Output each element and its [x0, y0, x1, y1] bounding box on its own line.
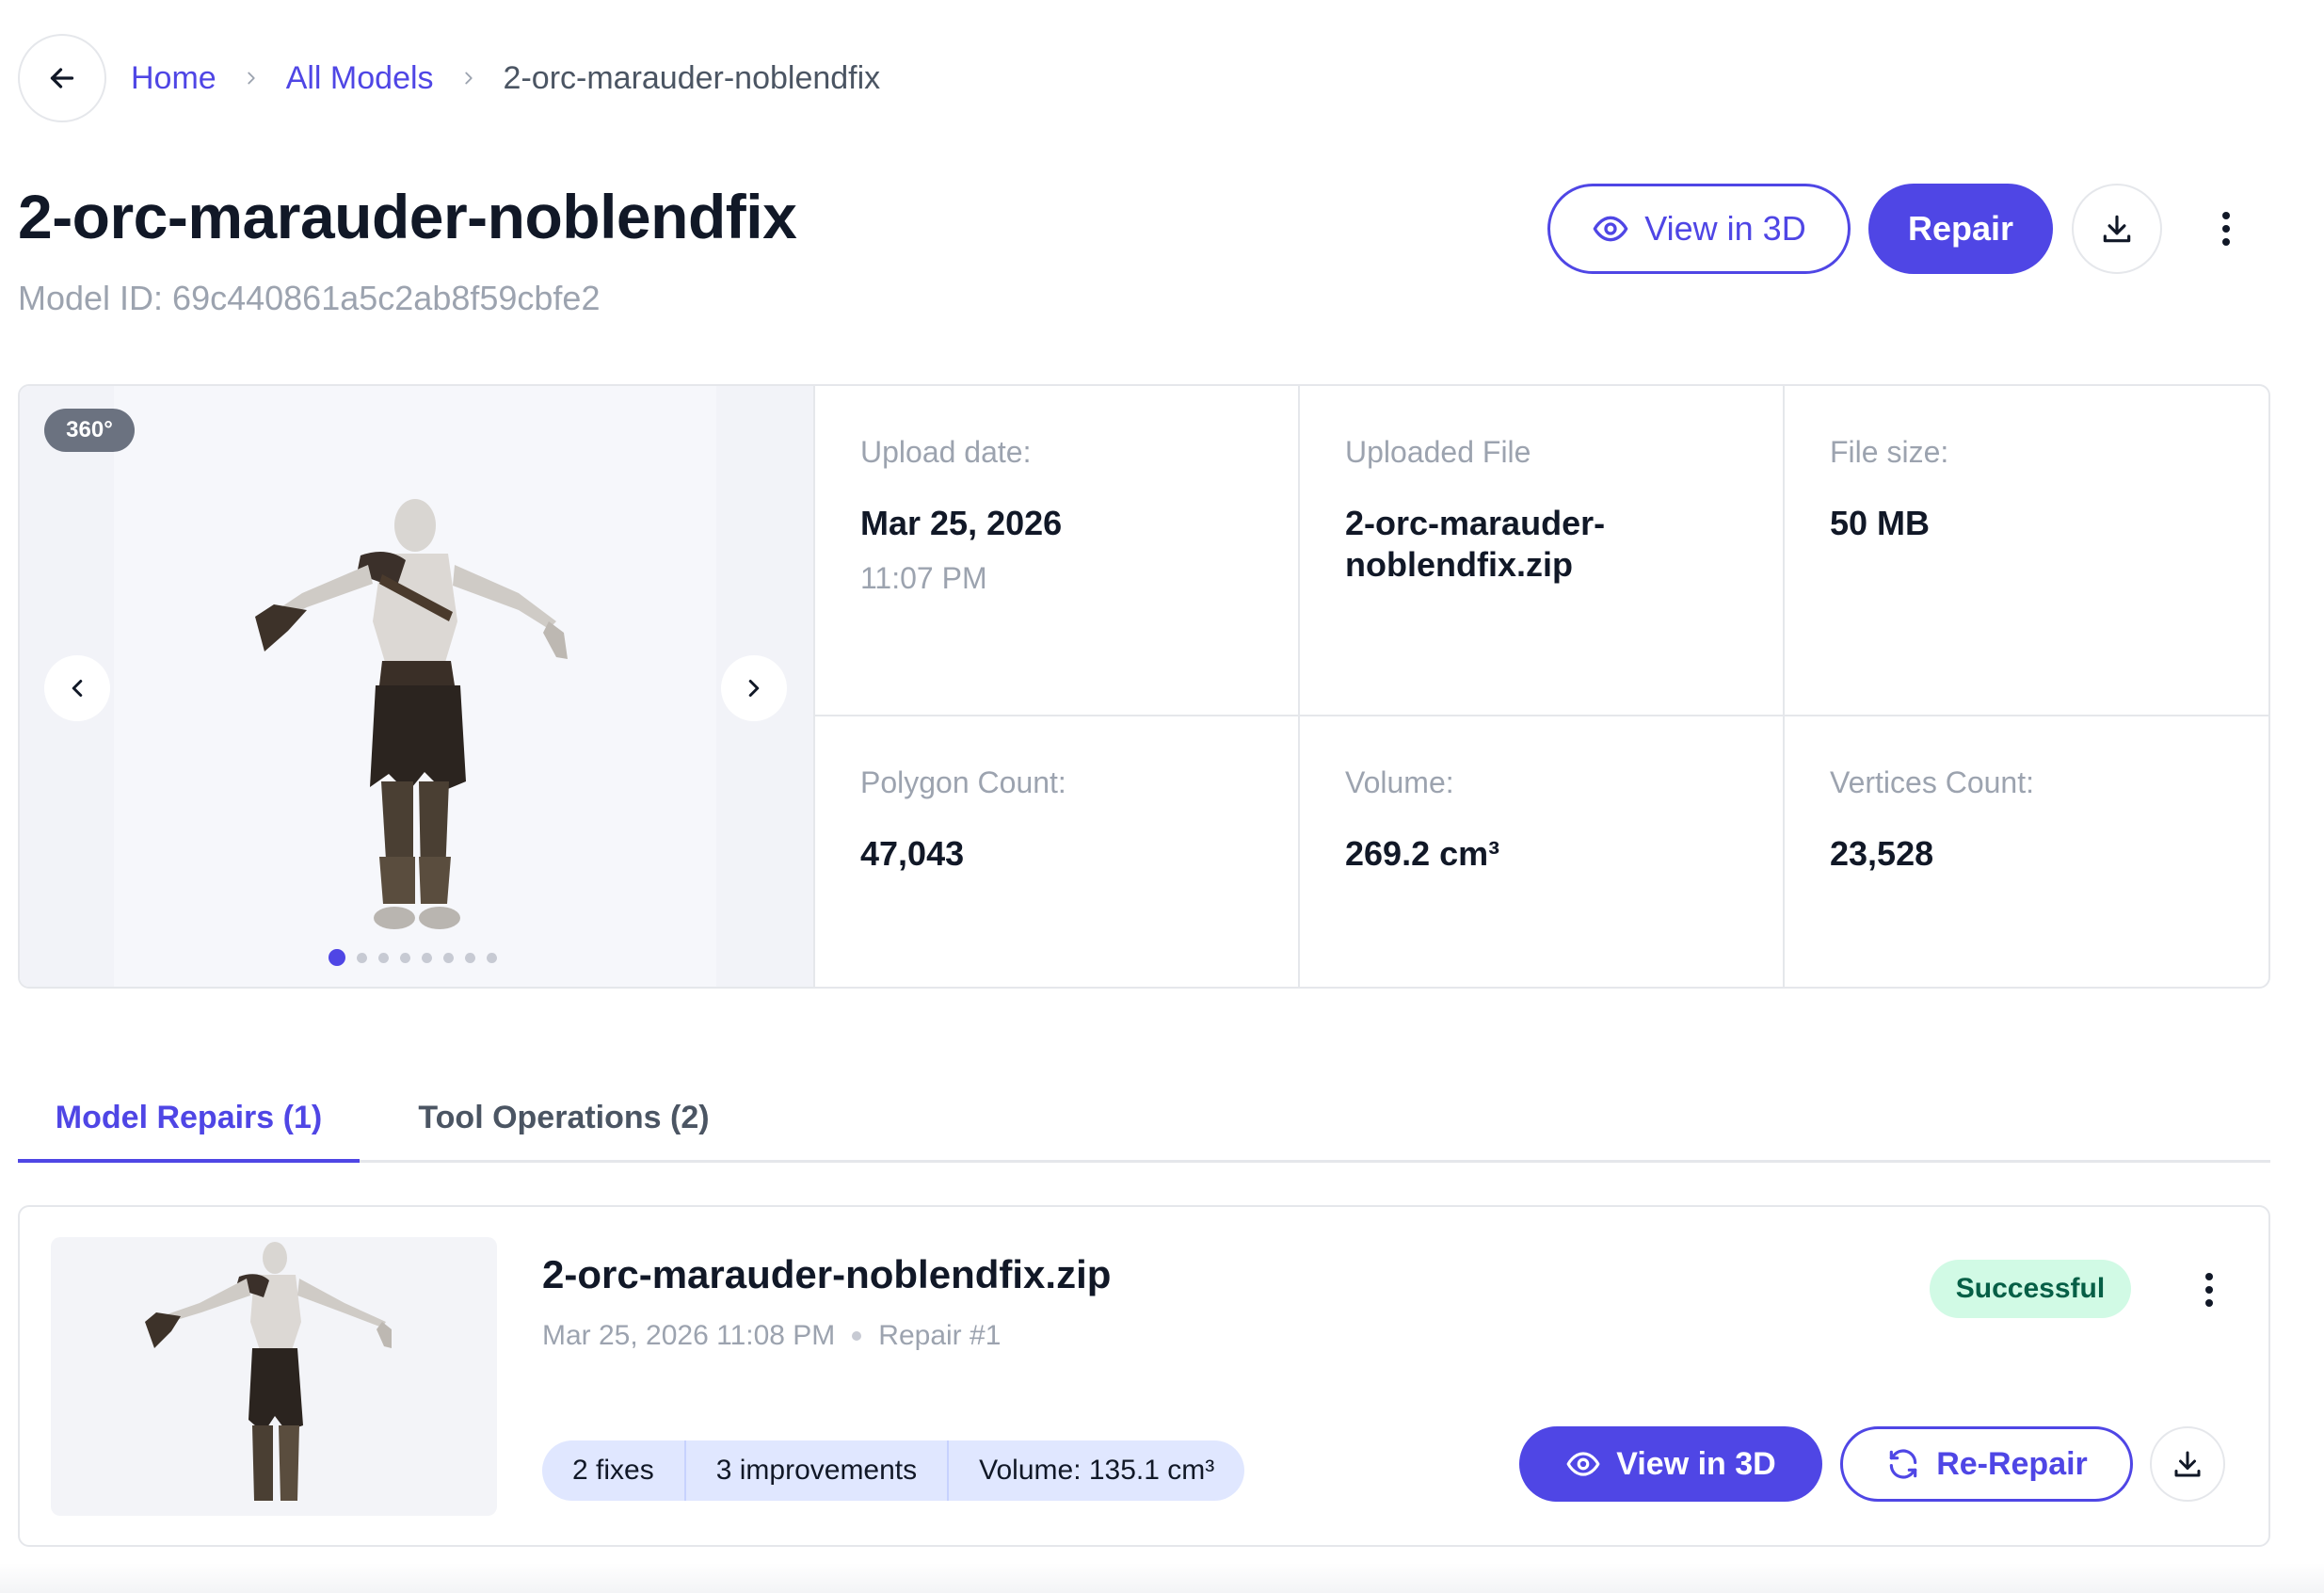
repair-title: 2-orc-marauder-noblendfix.zip: [542, 1252, 1112, 1296]
chevron-right-icon: [458, 68, 479, 88]
volume-pill: Volume: 135.1 cm³: [947, 1440, 1244, 1501]
chevron-right-icon: [748, 680, 760, 697]
stat-value: 2-orc-marauder-noblendfix.zip: [1345, 504, 1606, 584]
stat-file-size: File size: 50 MB: [1783, 386, 2268, 716]
repair-meta: Mar 25, 2026 11:08 PM Repair #1: [542, 1320, 1001, 1352]
stat-label: File size:: [1830, 435, 1949, 469]
repair-thumbnail[interactable]: [51, 1237, 497, 1516]
viewer-stage: [114, 386, 716, 987]
stat-label: Volume:: [1345, 765, 1454, 799]
stat-upload-date: Upload date: Mar 25, 2026 11:07 PM: [813, 386, 1298, 716]
arrow-left-icon: [50, 68, 74, 88]
chevron-right-icon: [241, 68, 262, 88]
breadcrumb-current: 2-orc-marauder-noblendfix: [503, 59, 881, 96]
repair-summary-pills: 2 fixes 3 improvements Volume: 135.1 cm³: [542, 1440, 1245, 1501]
repair-view-in-3d-button[interactable]: View in 3D: [1519, 1426, 1822, 1502]
download-icon: [2174, 1451, 2201, 1477]
view-in-3d-label: View in 3D: [1644, 209, 1806, 248]
stat-value: 269.2 cm³: [1345, 834, 1500, 873]
stat-volume: Volume: 269.2 cm³: [1298, 716, 1783, 987]
repair-card: 2-orc-marauder-noblendfix.zip Mar 25, 20…: [18, 1205, 2270, 1547]
download-button[interactable]: [2072, 184, 2162, 274]
prev-image-button[interactable]: [44, 655, 110, 721]
more-vertical-icon: [2205, 1273, 2213, 1307]
stat-label: Vertices Count:: [1830, 765, 2034, 799]
model-info-card: 360° Upload date: Mar 25, 2026 11:07 PM …: [18, 384, 2270, 989]
repair-date: Mar 25, 2026 11:08 PM: [542, 1320, 836, 1351]
stat-sub: 11:07 PM: [860, 561, 987, 595]
breadcrumb: Home All Models 2-orc-marauder-noblendfi…: [131, 55, 880, 102]
stat-uploaded-file: Uploaded File 2-orc-marauder-noblendfix.…: [1298, 386, 1783, 716]
separator-dot: [852, 1331, 862, 1341]
re-repair-button[interactable]: Re-Repair: [1840, 1426, 2133, 1502]
repair-download-button[interactable]: [2150, 1426, 2225, 1502]
more-vertical-icon: [2222, 212, 2230, 246]
more-options-button[interactable]: [2207, 201, 2245, 257]
model-viewer[interactable]: 360°: [20, 386, 813, 987]
page-footer-shade: [0, 1563, 2324, 1593]
model-id: Model ID: 69c440861a5c2ab8f59cbfe2: [18, 279, 601, 317]
back-button[interactable]: [18, 34, 106, 122]
download-icon: [2103, 215, 2131, 243]
carousel-dot[interactable]: [357, 952, 367, 963]
stat-value: 47,043: [860, 834, 965, 873]
stat-label: Polygon Count:: [860, 765, 1066, 799]
orc-model-thumbnail-image: [145, 1242, 392, 1501]
fixes-pill: 2 fixes: [572, 1455, 654, 1486]
tab-tool-operations[interactable]: Tool Operations (2): [376, 1075, 752, 1160]
carousel-dot[interactable]: [465, 952, 475, 963]
tab-model-repairs[interactable]: Model Repairs (1): [18, 1075, 360, 1163]
eye-icon: [1593, 216, 1628, 242]
repair-button[interactable]: Repair: [1868, 184, 2053, 274]
carousel-dot[interactable]: [400, 952, 410, 963]
eye-icon: [1566, 1452, 1600, 1476]
stat-value: 23,528: [1830, 834, 1934, 873]
re-repair-label: Re-Repair: [1936, 1445, 2088, 1482]
stat-label: Upload date:: [860, 435, 1032, 469]
carousel-dot[interactable]: [487, 952, 497, 963]
carousel-dot[interactable]: [422, 952, 432, 963]
stat-value: 50 MB: [1830, 504, 1931, 542]
chevron-left-icon: [72, 680, 83, 697]
view-in-3d-button[interactable]: View in 3D: [1547, 184, 1851, 274]
stat-label: Uploaded File: [1345, 435, 1531, 469]
360-badge: 360°: [44, 409, 135, 452]
carousel-dot[interactable]: [443, 952, 454, 963]
orc-model-preview-image: [255, 499, 568, 929]
next-image-button[interactable]: [721, 655, 787, 721]
repair-more-options-button[interactable]: [2190, 1262, 2228, 1318]
repair-number: Repair #1: [878, 1320, 1002, 1351]
stat-value: Mar 25, 2026: [860, 504, 1063, 542]
carousel-dots: [329, 949, 497, 966]
repair-view-in-3d-label: View in 3D: [1616, 1445, 1776, 1482]
tabs-bar: Model Repairs (1) Tool Operations (2): [18, 1075, 2270, 1163]
breadcrumb-home-link[interactable]: Home: [131, 60, 216, 97]
model-stats-grid: Upload date: Mar 25, 2026 11:07 PM Uploa…: [813, 386, 2268, 987]
carousel-dot[interactable]: [329, 949, 345, 966]
breadcrumb-all-models-link[interactable]: All Models: [286, 60, 434, 97]
stat-vertices-count: Vertices Count: 23,528: [1783, 716, 2268, 987]
refresh-icon: [1889, 1449, 1917, 1479]
carousel-dot[interactable]: [378, 952, 389, 963]
improvements-pill: 3 improvements: [683, 1440, 947, 1501]
stat-polygon-count: Polygon Count: 47,043: [813, 716, 1298, 987]
status-badge: Successful: [1930, 1260, 2131, 1318]
page-title: 2-orc-marauder-noblendfix: [18, 182, 797, 251]
